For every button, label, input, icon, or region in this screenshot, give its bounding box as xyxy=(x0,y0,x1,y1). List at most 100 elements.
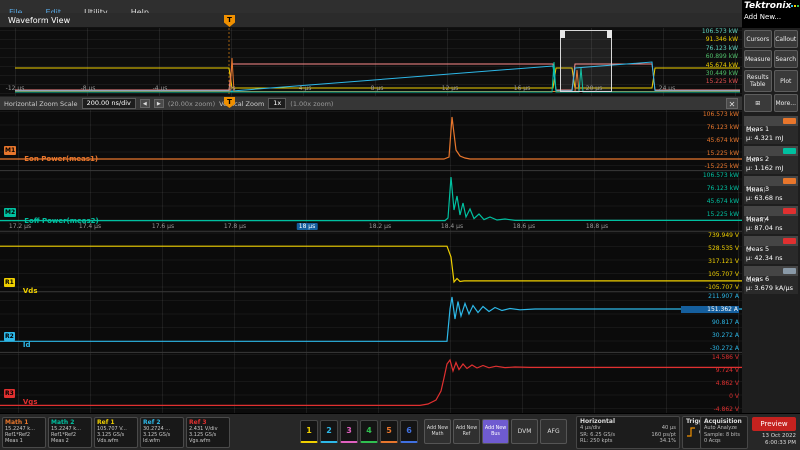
channel-badge-r2[interactable]: R2 xyxy=(4,332,15,341)
preview-button[interactable]: Preview xyxy=(752,417,796,431)
overview-x-tick: 12 μs xyxy=(442,85,459,92)
main-x-tick: 18.8 μs xyxy=(586,223,608,230)
scale-label: 45.674 kW xyxy=(681,137,739,144)
overview-x-tick: 0s xyxy=(229,85,236,92)
scale-label: 14.586 V xyxy=(681,354,739,361)
zoom-scale-increase-icon[interactable]: ▶ xyxy=(154,99,164,108)
scale-label: -15.225 kW xyxy=(681,163,739,170)
channel-badge-r1[interactable]: R1 xyxy=(4,278,15,287)
main-x-tick: 17.2 μs xyxy=(9,223,31,230)
acquisition-panel[interactable]: Acquisition Auto Analyze Sample: 8 bits … xyxy=(700,416,748,449)
meas-source-chip xyxy=(783,268,796,274)
scale-label: 317.121 V xyxy=(681,258,739,265)
add-new-ref-button[interactable]: Add New Ref xyxy=(453,419,480,444)
scale-label: 105.707 V xyxy=(681,271,739,278)
scale-label: 106.573 kW xyxy=(681,172,739,179)
channel-5-button[interactable]: 5 xyxy=(380,420,398,443)
scale-label: 528.535 V xyxy=(681,245,739,252)
meas-source-chip xyxy=(783,118,796,124)
scale-label: -30.272 A xyxy=(681,345,739,352)
zoom-scale-decrease-icon[interactable]: ◀ xyxy=(140,99,150,108)
meas-card-1[interactable]: Meas 1 Eon' μ: 4.321 mJ xyxy=(744,116,798,144)
scale-label: 76.123 kW xyxy=(681,185,739,192)
channel-1-button[interactable]: 1 xyxy=(300,420,318,443)
zoom-scale-bar: Horizontal Zoom Scale 200.00 ns/div ◀ ▶ … xyxy=(0,96,742,110)
vertical-zoom-value[interactable]: 1x xyxy=(268,98,286,109)
zoom-right-handle[interactable] xyxy=(607,30,612,38)
main-waveform-area[interactable]: M1 Eon Power(meas1) M2 Eoff Power(meas2)… xyxy=(0,110,742,413)
zoom-scale-value[interactable]: 200.00 ns/div xyxy=(82,98,136,109)
meas-value: μ: 87.04 ns xyxy=(746,224,796,232)
meas-source-chip xyxy=(783,148,796,154)
brand-block: Tektronix Add New... xyxy=(742,0,800,28)
grid-icon[interactable]: ⊞ xyxy=(744,94,772,112)
badge-ref2[interactable]: Ref 2 30.2724 ... 3.125 GS/s Id.wfm xyxy=(140,417,184,448)
main-x-tick: 17.4 μs xyxy=(79,223,101,230)
tab-waveform-view[interactable]: Waveform View xyxy=(0,13,742,28)
channel-3-button[interactable]: 3 xyxy=(340,420,358,443)
afg-button[interactable]: AFG xyxy=(540,419,567,444)
meas-card-6[interactable]: Meas 6 di/dt' μ: 3.679 kA/μs xyxy=(744,266,798,294)
overview-scale-label: 30.449 kW xyxy=(688,70,738,78)
meas-card-5[interactable]: Meas 5 tr' μ: 42.34 ns xyxy=(744,236,798,264)
zoom-factor: (20.00x zoom) xyxy=(168,100,215,108)
horizontal-panel[interactable]: Horizontal 4 μs/div40 μs SR: 6.25 GS/s16… xyxy=(576,416,680,449)
meas-card-2[interactable]: Meas 2 Eoff' μ: 1.162 mJ xyxy=(744,146,798,174)
scale-label: -105.707 V xyxy=(681,284,739,291)
zoom-scale-title: Horizontal Zoom Scale xyxy=(4,100,78,108)
badge-math1[interactable]: Math 1 15.2247 k... Ref1*Ref2 Meas 1 xyxy=(2,417,46,448)
badge-ref3[interactable]: Ref 3 2.431 V/div 3.125 GS/s Vgs.wfm xyxy=(186,417,230,448)
scale-label: 0 V xyxy=(681,393,739,400)
callout-button[interactable]: Callout xyxy=(774,30,799,48)
overview-waveform-area[interactable]: -12 μs -8 μs -4 μs 0s 4 μs 8 μs 12 μs 16… xyxy=(0,28,742,96)
close-zoom-icon[interactable]: ✕ xyxy=(726,98,738,109)
meas-value: μ: 4.321 mJ xyxy=(746,134,796,142)
scale-label: 211.907 A xyxy=(681,293,739,300)
more-button[interactable]: More... xyxy=(774,94,799,112)
badge-math2[interactable]: Math 2 15.2247 k... Ref1*Ref2 Meas 2 xyxy=(48,417,92,448)
scale-label: 76.123 kW xyxy=(681,124,739,131)
plot-button[interactable]: Plot xyxy=(774,70,799,92)
main-x-tick: 17.6 μs xyxy=(152,223,174,230)
channel-badge-r3[interactable]: R3 xyxy=(4,389,15,398)
cursors-button[interactable]: Cursors xyxy=(744,30,772,48)
meas-card-4[interactable]: Meas 4 Td(off)' μ: 87.04 ns xyxy=(744,206,798,234)
right-sidebar: Cursors Callout Measure Search Results T… xyxy=(742,28,800,413)
channel-2-button[interactable]: 2 xyxy=(320,420,338,443)
badge-ref1[interactable]: Ref 1 105.707 V... 3.125 GS/s Vds.wfm xyxy=(94,417,138,448)
channel-label-eon[interactable]: M1 Eon Power(meas1) xyxy=(4,146,98,156)
scale-label-highlighted[interactable]: 151.362 A xyxy=(681,306,739,313)
view-tab-bar: Waveform View xyxy=(0,13,742,28)
channel-badge-m1[interactable]: M1 xyxy=(4,146,16,155)
scale-label: 106.573 kW xyxy=(681,111,739,118)
results-table-button[interactable]: Results Table xyxy=(744,70,772,92)
main-x-tick: 18.4 μs xyxy=(441,223,463,230)
scale-label: 90.817 A xyxy=(681,319,739,326)
meas-value: μ: 1.162 mJ xyxy=(746,164,796,172)
scale-label: 30.272 A xyxy=(681,332,739,339)
dvm-button[interactable]: DVM xyxy=(511,419,538,444)
add-new-math-button[interactable]: Add New Math xyxy=(424,419,451,444)
channel-label-vds[interactable]: R1 Vds xyxy=(4,278,38,288)
vertical-zoom-factor: (1.00x zoom) xyxy=(290,100,333,108)
scale-label: 45.674 kW xyxy=(681,198,739,205)
zoom-selection-box[interactable] xyxy=(560,30,612,92)
search-button[interactable]: Search xyxy=(774,50,799,68)
measure-button[interactable]: Measure xyxy=(744,50,772,68)
channel-6-button[interactable]: 6 xyxy=(400,420,418,443)
channel-label-eoff[interactable]: M2 Eoff Power(meas2) xyxy=(4,208,99,218)
overview-scale-label: 60.899 kW xyxy=(688,53,738,61)
channel-label-vgs[interactable]: R3 Vgs xyxy=(4,389,38,399)
overview-scale-label: 106.573 kW xyxy=(688,28,738,36)
overview-x-tick: 20 μs xyxy=(586,85,603,92)
channel-4-button[interactable]: 4 xyxy=(360,420,378,443)
channel-badge-m2[interactable]: M2 xyxy=(4,208,16,217)
add-new-bus-button[interactable]: Add New Bus xyxy=(482,419,509,444)
overview-scale-label: 91.346 kW xyxy=(688,36,738,44)
meas-card-3[interactable]: Meas 3 Td(on)' μ: 63.68 ns xyxy=(744,176,798,204)
add-new-button[interactable]: Add New... xyxy=(744,13,798,21)
logo-pixels-icon xyxy=(791,1,800,11)
overview-x-tick: 8 μs xyxy=(371,85,384,92)
zoom-left-handle[interactable] xyxy=(560,30,565,38)
channel-label-id[interactable]: R2 Id xyxy=(4,332,31,342)
